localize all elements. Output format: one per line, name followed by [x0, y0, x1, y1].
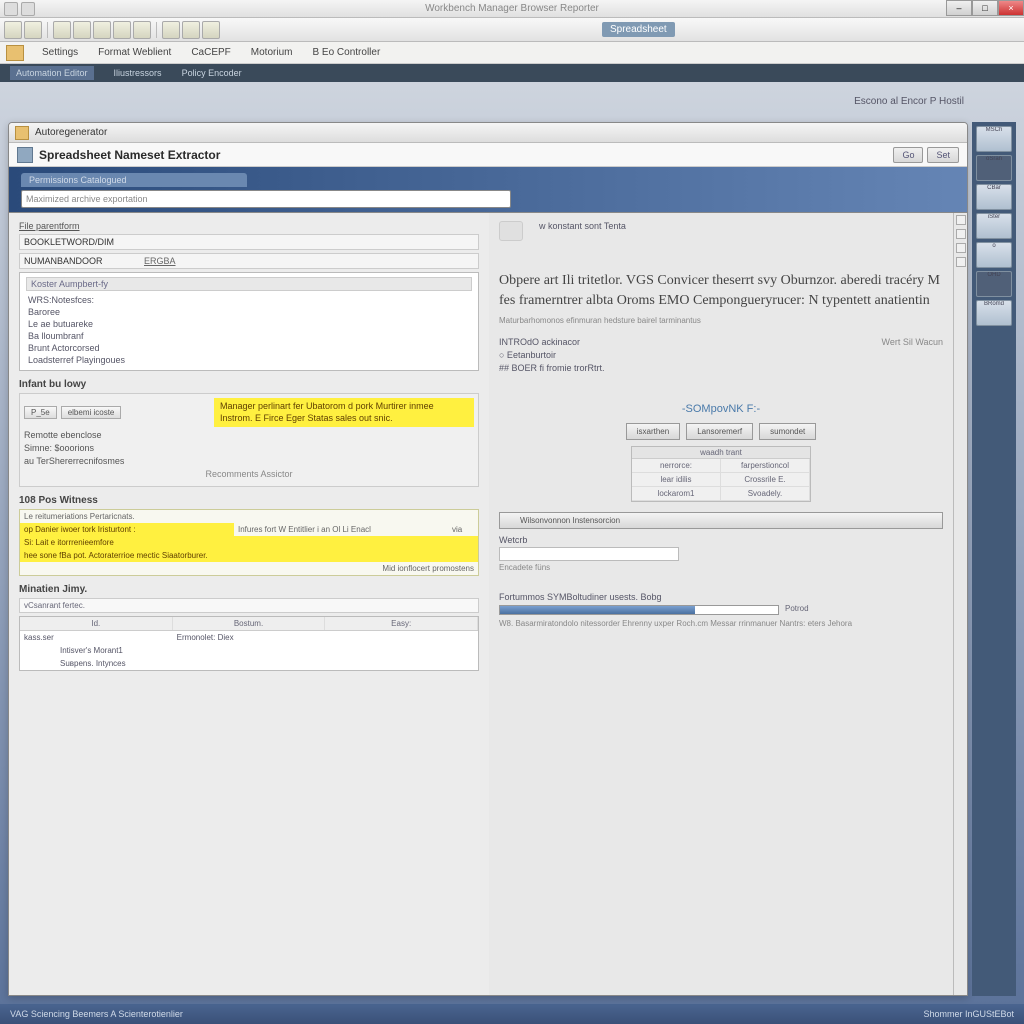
side-tool-icon[interactable]: iSter [976, 213, 1012, 239]
list-panel: Koster Aumpbert-fy WRS:Notesfces: Barore… [19, 272, 479, 371]
toolbar-icon[interactable] [182, 21, 200, 39]
text-input[interactable] [499, 547, 679, 561]
list-item[interactable]: WRS:Notesfces: [26, 294, 472, 306]
section-title: Minatien Jimy. [19, 584, 479, 595]
menu-item[interactable]: Settings [32, 47, 88, 58]
minimize-button[interactable]: – [946, 0, 972, 16]
page-title: Spreadsheet Nameset Extractor [39, 148, 220, 162]
side-tool-icon[interactable]: MSCh [976, 126, 1012, 152]
corner-label: Escono al Encor P Hostil [854, 96, 964, 107]
sys-icon-1[interactable] [4, 2, 18, 16]
side-tool-icon[interactable]: o [976, 242, 1012, 268]
toolbar-icon[interactable] [162, 21, 180, 39]
mini-table: waadh trant nerrorce:farperstioncol lear… [631, 446, 811, 502]
subnav-item[interactable]: Iliustressors [114, 68, 162, 78]
go-button[interactable]: Go [893, 147, 923, 163]
list-item[interactable]: Ba lloumbranf [26, 330, 472, 342]
side-tool-icon[interactable]: CBar [976, 184, 1012, 210]
highlight-note: Manager perlinart fer Ubatorom d pork Mu… [214, 398, 474, 427]
menu-item[interactable]: Format Weblient [88, 47, 181, 58]
section-title: 108 Pos Witness [19, 495, 479, 506]
set-button[interactable]: Set [927, 147, 959, 163]
os-titlebar: Workbench Manager Browser Reporter – □ × [0, 0, 1024, 18]
folder-icon [15, 126, 29, 140]
right-header: w konstant sont Tenta [539, 221, 943, 231]
scrollbar[interactable] [953, 213, 967, 995]
field-row: NUMANBANDOOR ERGBA [19, 253, 479, 269]
status-bar: VAG Sciencing Beemers A Scienterotienlie… [0, 1004, 1024, 1024]
col-header[interactable]: Id. [20, 617, 173, 630]
field-row: BOOKLETWORD/DIM [19, 234, 479, 250]
search-input[interactable]: Maximized archive exportation [21, 190, 511, 208]
close-button[interactable]: × [998, 0, 1024, 16]
list-header: Koster Aumpbert-fy [26, 277, 472, 291]
wide-button[interactable]: Wilsonvonnon Instensorcion [499, 512, 943, 529]
inner-tab-title: Autoregenerator [35, 127, 107, 138]
headline: Obpere art Ili tritetlor. VGS Convicer t… [499, 271, 943, 310]
data-table: Id. Bostum. Easy: kass.ser Ermonolet: Di… [19, 616, 479, 671]
list-item[interactable]: Baroree [26, 306, 472, 318]
sub-nav: Automation Editor Iliustressors Policy E… [0, 64, 1024, 82]
inner-window: Autoregenerator Spreadsheet Nameset Extr… [8, 122, 968, 996]
banner: Permissions Catalogued Maximized archive… [9, 167, 967, 213]
status-left: VAG Sciencing Beemers A Scienterotienlie… [10, 1009, 183, 1019]
field-label: Wetcrb [499, 535, 943, 545]
sub-panel: P_5e elbemi icoste Manager perlinart fer… [19, 393, 479, 487]
menu-item[interactable]: Motorium [241, 47, 303, 58]
info-icon[interactable] [499, 221, 523, 241]
col-header[interactable]: Easy: [325, 617, 478, 630]
menubar: Settings Format Weblient CaCEPF Motorium… [0, 42, 1024, 64]
toolbar-icon[interactable] [133, 21, 151, 39]
main-toolbar: Spreadsheet [0, 18, 1024, 42]
action-button[interactable]: isxarthen [626, 423, 680, 440]
toolbar-icon[interactable] [4, 21, 22, 39]
list-item[interactable]: Loadsterref Playingoues [26, 354, 472, 366]
sub-header: vCsanrant fertec. [19, 598, 479, 613]
progress-label: Fortummos SYMBoltudiner usests. Bobg [499, 592, 943, 602]
highlighted-table: Le reitumeriations Pertaricnats. op Dani… [19, 509, 479, 576]
scroll-up-icon[interactable] [956, 215, 966, 225]
action-button[interactable]: Lansoremerf [686, 423, 753, 440]
menu-item[interactable]: B Eo Controller [302, 47, 390, 58]
list-item[interactable]: Brunt Actorcorsed [26, 342, 472, 354]
subnav-item[interactable]: Policy Encoder [182, 68, 242, 78]
active-tab-pill[interactable]: Spreadsheet [602, 22, 675, 37]
sub-headline: Maturbarhomonos efinmuran hedsture baire… [499, 316, 943, 325]
mini-button[interactable]: P_5e [24, 406, 57, 419]
module-icon [17, 147, 33, 163]
toolbar-icon[interactable] [73, 21, 91, 39]
section-label: File parentform [19, 221, 479, 231]
sys-icon-2[interactable] [21, 2, 35, 16]
section-title: Infant bu lowy [19, 379, 479, 390]
menu-item[interactable]: CaCEPF [181, 47, 240, 58]
action-button[interactable]: sumondet [759, 423, 816, 440]
status-right: Shommer InGUStEBot [923, 1009, 1014, 1019]
col-header[interactable]: Bostum. [173, 617, 326, 630]
link-heading[interactable]: -SOMpovNK F:- [499, 403, 943, 415]
subnav-item[interactable]: Automation Editor [10, 66, 94, 80]
side-tool-icon[interactable]: OHD [976, 271, 1012, 297]
side-tool-icon[interactable]: BRomd [976, 300, 1012, 326]
list-item[interactable]: Le ae butuareke [26, 318, 472, 330]
scroll-icon[interactable] [956, 229, 966, 239]
side-tool-icon[interactable]: oSran [976, 155, 1012, 181]
toolbar-icon[interactable] [53, 21, 71, 39]
mini-button[interactable]: elbemi icoste [61, 406, 122, 419]
scroll-icon[interactable] [956, 243, 966, 253]
maximize-button[interactable]: □ [972, 0, 998, 16]
toolbar-icon[interactable] [202, 21, 220, 39]
window-title: Workbench Manager Browser Reporter [425, 3, 599, 14]
app-icon[interactable] [6, 45, 24, 61]
progress-bar [499, 605, 779, 615]
scroll-icon[interactable] [956, 257, 966, 267]
toolbar-icon[interactable] [24, 21, 42, 39]
banner-tab[interactable]: Permissions Catalogued [21, 173, 247, 187]
progress-note: W8. Basarmiratondolo nitessorder Ehrenny… [499, 619, 943, 629]
toolbar-icon[interactable] [113, 21, 131, 39]
toolbar-icon[interactable] [93, 21, 111, 39]
tool-sidebar: MSCh oSran CBar iSter o OHD BRomd [972, 122, 1016, 996]
